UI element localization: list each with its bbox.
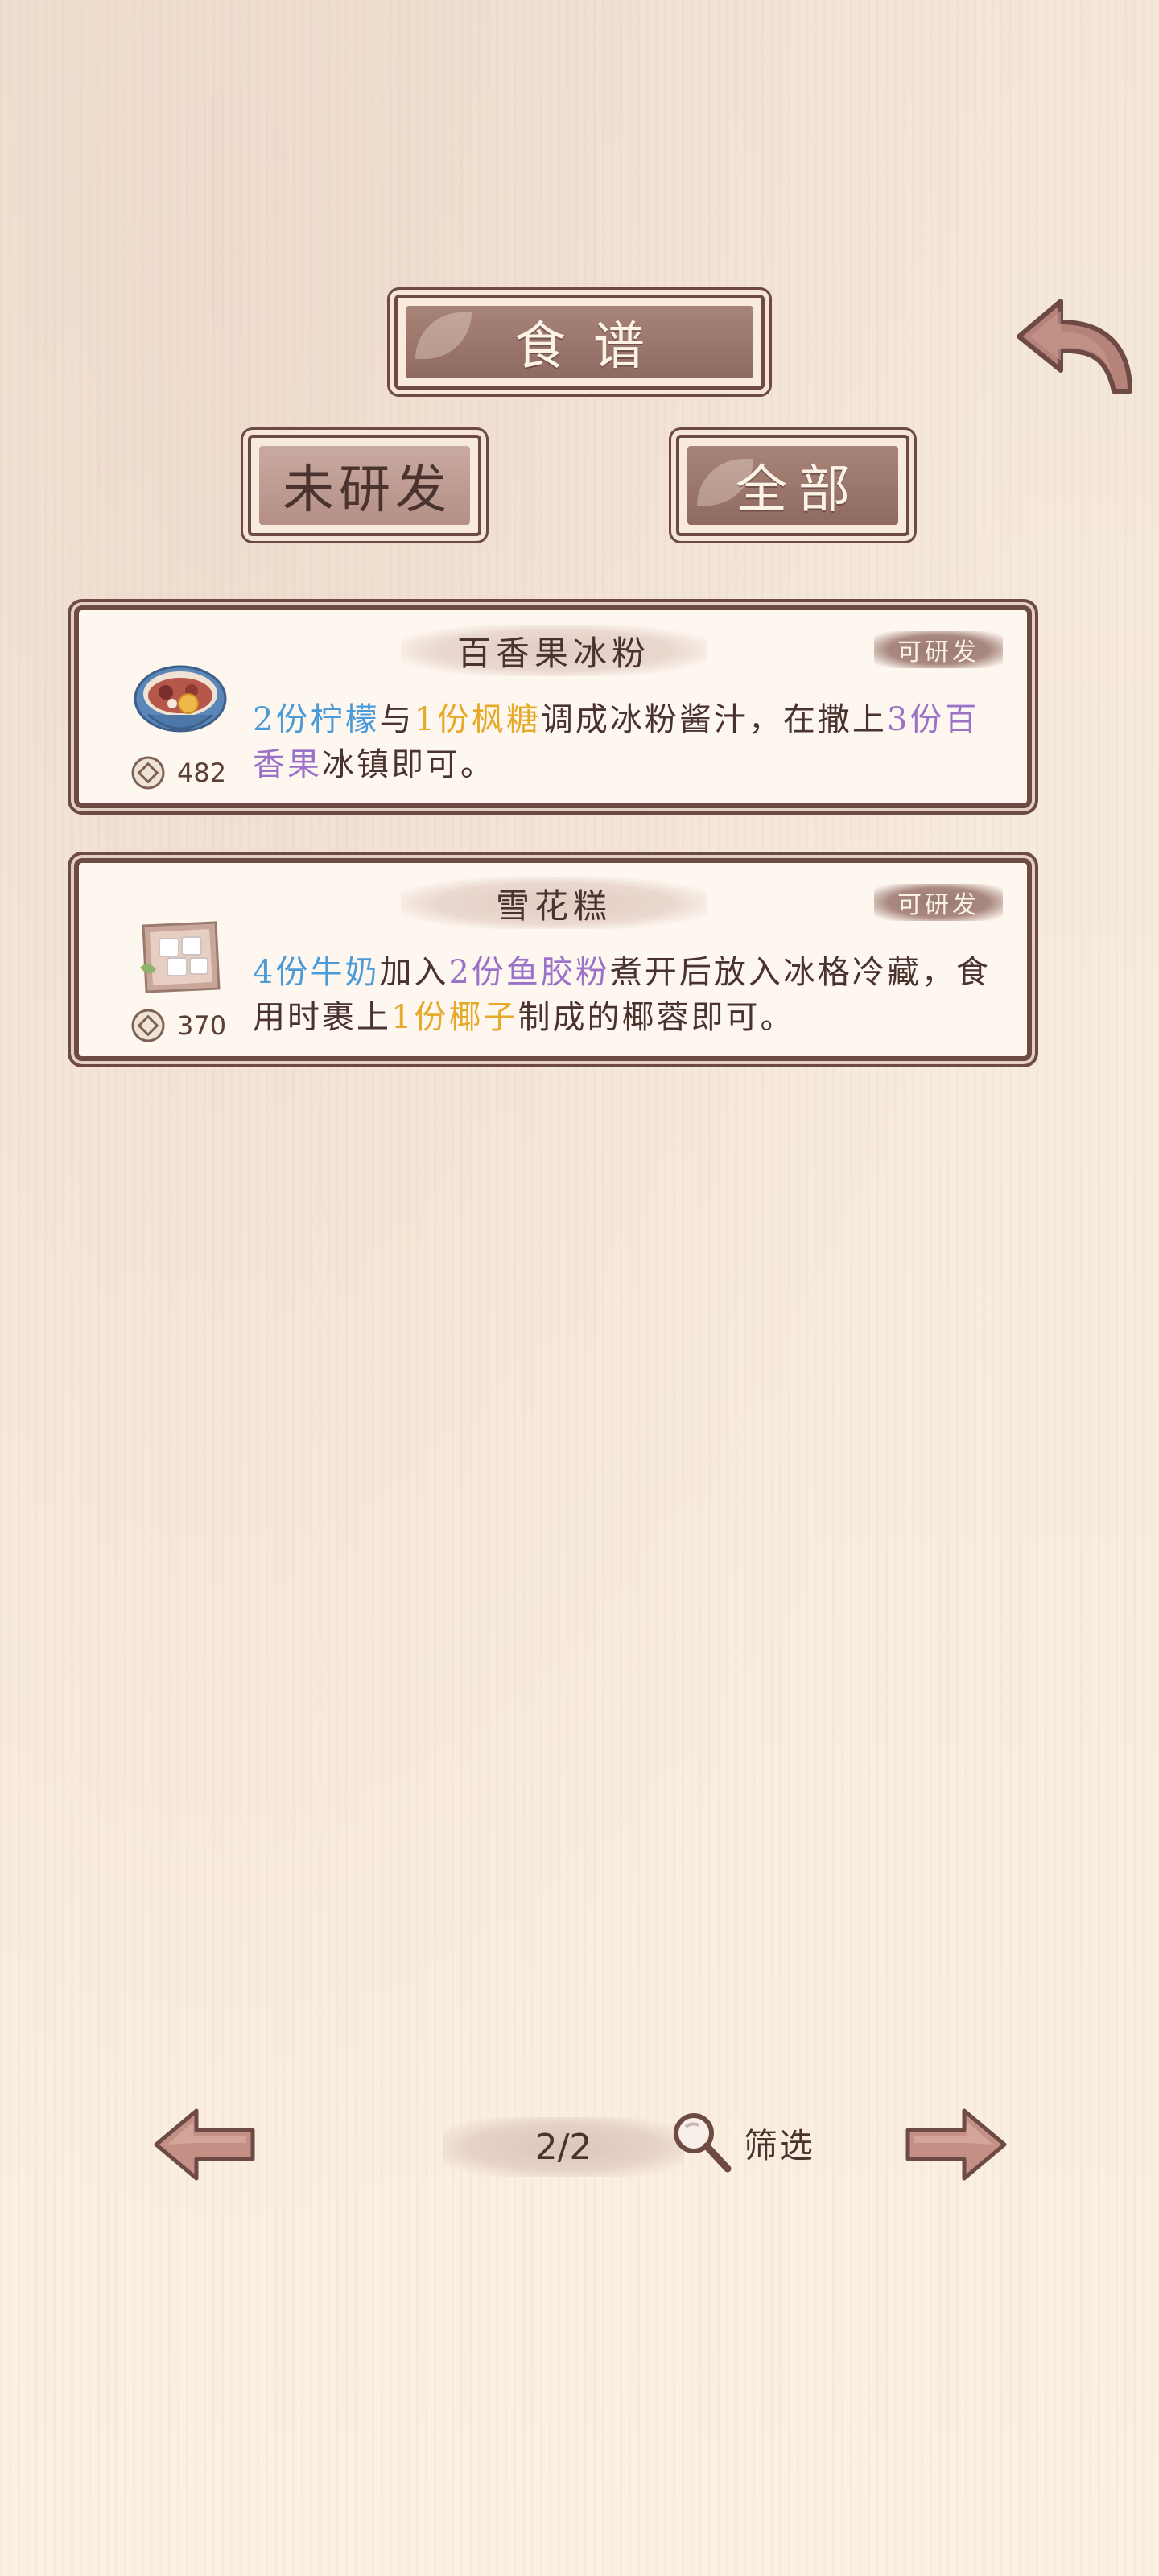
page-title-plate: 食谱 — [394, 295, 765, 390]
ingredient-text: 2份柠檬 — [253, 701, 380, 738]
ingredient-text: 1份枫糖 — [414, 701, 541, 738]
previous-page-arrow-icon[interactable] — [151, 2106, 259, 2183]
tab-undeveloped[interactable]: 未研发 — [248, 435, 481, 536]
status-badge: 可研发 — [874, 884, 1003, 921]
recipe-card[interactable]: 雪花糕 可研发 370 4份牛奶加入2份鱼胶粉煮开后放入冰格冷藏，食用时裹上1份… — [74, 858, 1032, 1061]
recipe-description: 2份柠檬与1份枫糖调成冰粉酱汁，在撒上3份百香果冰镇即可。 — [253, 697, 993, 787]
status-badge: 可研发 — [874, 631, 1003, 668]
recipe-description: 4份牛奶加入2份鱼胶粉煮开后放入冰格冷藏，食用时裹上1份椰子制成的椰蓉即可。 — [253, 950, 993, 1040]
tab-undeveloped-label: 未研发 — [283, 460, 452, 520]
magnifier-icon — [674, 2113, 732, 2173]
tab-all[interactable]: 全部 — [676, 435, 909, 536]
recipe-card[interactable]: 百香果冰粉 可研发 482 2份柠檬与1份枫糖调成冰粉酱汁，在撒上3份百香果冰镇… — [74, 605, 1032, 808]
coin-icon — [131, 1009, 165, 1042]
recipe-name: 百香果冰粉 — [401, 625, 707, 676]
coin-icon — [131, 756, 165, 790]
back-arrow-icon[interactable] — [1013, 287, 1133, 399]
recipe-name: 雪花糕 — [401, 877, 707, 929]
desc-text: 调成冰粉酱汁，在撒上 — [540, 701, 887, 738]
recipe-price: 482 — [177, 758, 227, 788]
tab-all-label: 全部 — [736, 460, 861, 520]
desc-text: 与 — [379, 701, 415, 738]
desc-text: 冰镇即可。 — [322, 746, 495, 783]
price-row: 370 — [130, 1008, 226, 1043]
page-title: 食谱 — [514, 317, 672, 377]
next-page-arrow-icon[interactable] — [901, 2106, 1009, 2183]
desc-text: 制成的椰蓉即可。 — [518, 999, 795, 1036]
filter-button[interactable]: 筛选 — [668, 2109, 815, 2177]
ingredient-text: 2份鱼胶粉 — [448, 954, 610, 991]
page-indicator: 2/2 — [443, 2117, 684, 2177]
recipe-price: 370 — [177, 1010, 227, 1041]
filter-label: 筛选 — [744, 2125, 815, 2165]
ingredient-text: 4份牛奶 — [253, 954, 380, 991]
snowflake-cake-icon — [140, 921, 221, 993]
desc-text: 加入 — [379, 954, 449, 991]
price-row: 482 — [130, 755, 226, 791]
ice-jelly-bowl-icon — [134, 665, 227, 733]
ingredient-text: 1份椰子 — [391, 999, 518, 1036]
